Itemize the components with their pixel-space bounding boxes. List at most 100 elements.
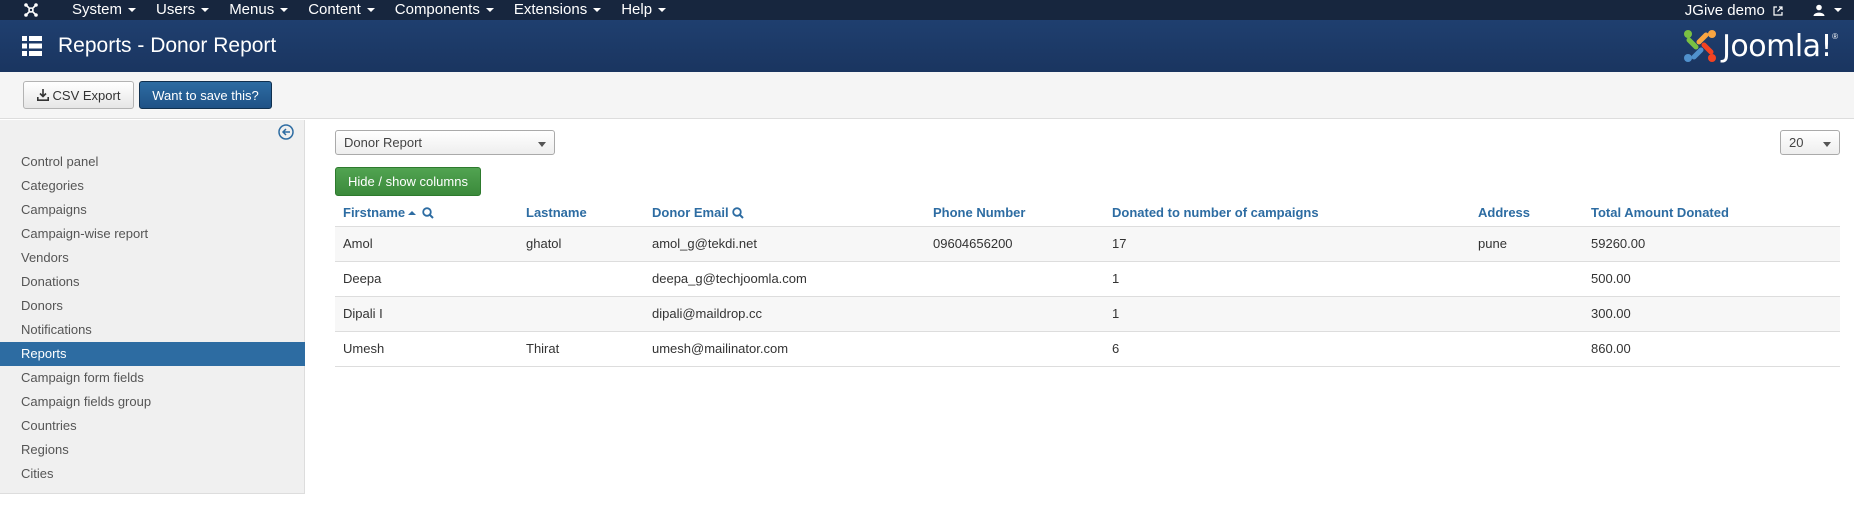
sidebar: Control panel Categories Campaigns Campa… [0, 120, 305, 494]
cell-email: deepa_g@techjoomla.com [644, 261, 925, 297]
download-icon [36, 89, 49, 101]
joomla-logo-icon [1684, 30, 1717, 62]
sidebar-menu: Control panel Categories Campaigns Campa… [0, 150, 305, 486]
caret-down-icon [201, 8, 210, 13]
cell-total-amount: 860.00 [1583, 331, 1840, 367]
sidebar-item-campaign-form-fields[interactable]: Campaign form fields [0, 366, 305, 390]
search-icon[interactable] [731, 207, 744, 219]
column-header-phone-number[interactable]: Phone Number [925, 200, 1104, 227]
column-header-firstname[interactable]: Firstname [335, 200, 518, 227]
joomla-logo-text: Joomla! [1722, 28, 1833, 64]
cell-total-amount: 300.00 [1583, 296, 1840, 332]
cell-address [1470, 296, 1583, 332]
registered-mark: ® [1832, 32, 1838, 41]
sidebar-item-donations[interactable]: Donations [0, 270, 305, 294]
sidebar-item-campaign-fields-group[interactable]: Campaign fields group [0, 390, 305, 414]
cell-campaign-count: 6 [1104, 331, 1470, 367]
cell-phone [925, 331, 1104, 367]
menu-help[interactable]: Help [611, 0, 676, 20]
menu-users[interactable]: Users [146, 0, 219, 20]
page-title: Reports - Donor Report [58, 34, 277, 57]
sidebar-item-cities[interactable]: Cities [0, 462, 305, 486]
toolbar: CSV Export Want to save this? [0, 72, 1854, 119]
sidebar-item-notifications[interactable]: Notifications [0, 318, 305, 342]
sidebar-item-countries[interactable]: Countries [0, 414, 305, 438]
sidebar-item-campaigns[interactable]: Campaigns [0, 198, 305, 222]
list-icon [22, 36, 42, 56]
caret-down-icon [593, 8, 602, 13]
menu-components[interactable]: Components [385, 0, 504, 20]
cell-firstname: Umesh [335, 331, 518, 367]
user-icon [1813, 4, 1825, 16]
cell-phone: 09604656200 [925, 226, 1104, 262]
cell-email: amol_g@tekdi.net [644, 226, 925, 262]
external-link-icon [1773, 5, 1783, 16]
column-header-donor-email[interactable]: Donor Email [644, 200, 925, 227]
column-header-total-amount[interactable]: Total Amount Donated [1583, 200, 1840, 227]
cell-lastname [518, 261, 644, 297]
search-icon[interactable] [422, 207, 434, 219]
joomla-menu-icon[interactable] [16, 0, 46, 20]
sidebar-item-donors[interactable]: Donors [0, 294, 305, 318]
site-link[interactable]: JGive demo [1685, 2, 1783, 19]
cell-lastname: Thirat [518, 331, 644, 367]
table-row: Amol ghatol amol_g@tekdi.net 09604656200… [335, 226, 1840, 262]
cell-lastname: ghatol [518, 226, 644, 262]
main-menu: System Users Menus Content Components Ex… [62, 0, 676, 20]
cell-phone [925, 296, 1104, 332]
cell-firstname: Deepa [335, 261, 518, 297]
chevron-down-icon [538, 142, 546, 147]
collapse-sidebar-icon[interactable] [278, 124, 294, 140]
report-type-select[interactable]: Donor Report [335, 130, 555, 155]
cell-phone [925, 261, 1104, 297]
caret-down-icon [658, 8, 667, 13]
menu-menus[interactable]: Menus [219, 0, 298, 20]
sort-asc-icon [408, 211, 417, 216]
sidebar-item-campaign-wise-report[interactable]: Campaign-wise report [0, 222, 305, 246]
sidebar-item-control-panel[interactable]: Control panel [0, 150, 305, 174]
table-row: Deepa deepa_g@techjoomla.com 1 500.00 [335, 261, 1840, 297]
sidebar-item-categories[interactable]: Categories [0, 174, 305, 198]
user-menu[interactable] [1813, 4, 1842, 16]
chevron-down-icon [1823, 142, 1831, 147]
table-row: Umesh Thirat umesh@mailinator.com 6 860.… [335, 331, 1840, 367]
list-limit-select[interactable]: 20 [1780, 130, 1840, 155]
cell-firstname: Amol [335, 226, 518, 262]
menu-extensions[interactable]: Extensions [504, 0, 611, 20]
cell-campaign-count: 1 [1104, 296, 1470, 332]
caret-down-icon [366, 8, 375, 13]
cell-lastname [518, 296, 644, 332]
table-header-row: Firstname Lastname Donor Email Phone Num… [335, 200, 1840, 227]
nav-right: JGive demo [1685, 0, 1854, 20]
cell-total-amount: 59260.00 [1583, 226, 1840, 262]
caret-down-icon [280, 8, 289, 13]
cell-firstname: Dipali I [335, 296, 518, 332]
cell-address: pune [1470, 226, 1583, 262]
menu-content[interactable]: Content [298, 0, 385, 20]
menu-system[interactable]: System [62, 0, 146, 20]
column-header-address[interactable]: Address [1470, 200, 1583, 227]
cell-campaign-count: 17 [1104, 226, 1470, 262]
hide-show-columns-button[interactable]: Hide / show columns [335, 167, 481, 196]
table-row: Dipali I dipali@maildrop.cc 1 300.00 [335, 296, 1840, 332]
cell-campaign-count: 1 [1104, 261, 1470, 297]
sidebar-item-vendors[interactable]: Vendors [0, 246, 305, 270]
column-header-lastname[interactable]: Lastname [518, 200, 644, 227]
donor-report-table: Firstname Lastname Donor Email Phone Num… [335, 200, 1840, 367]
cell-total-amount: 500.00 [1583, 261, 1840, 297]
sidebar-item-regions[interactable]: Regions [0, 438, 305, 462]
cell-address [1470, 331, 1583, 367]
save-report-button[interactable]: Want to save this? [139, 81, 272, 109]
joomla-logo: Joomla! ® [1682, 28, 1838, 64]
page-header: Reports - Donor Report Joomla! ® [0, 20, 1854, 72]
cell-email: dipali@maildrop.cc [644, 296, 925, 332]
caret-down-icon [1834, 8, 1842, 12]
cell-email: umesh@mailinator.com [644, 331, 925, 367]
caret-down-icon [485, 8, 494, 13]
caret-down-icon [128, 8, 137, 13]
top-navbar: System Users Menus Content Components Ex… [0, 0, 1854, 20]
column-header-campaign-count[interactable]: Donated to number of campaigns [1104, 200, 1470, 227]
sidebar-item-reports[interactable]: Reports [0, 342, 305, 366]
cell-address [1470, 261, 1583, 297]
csv-export-button[interactable]: CSV Export [23, 81, 134, 109]
